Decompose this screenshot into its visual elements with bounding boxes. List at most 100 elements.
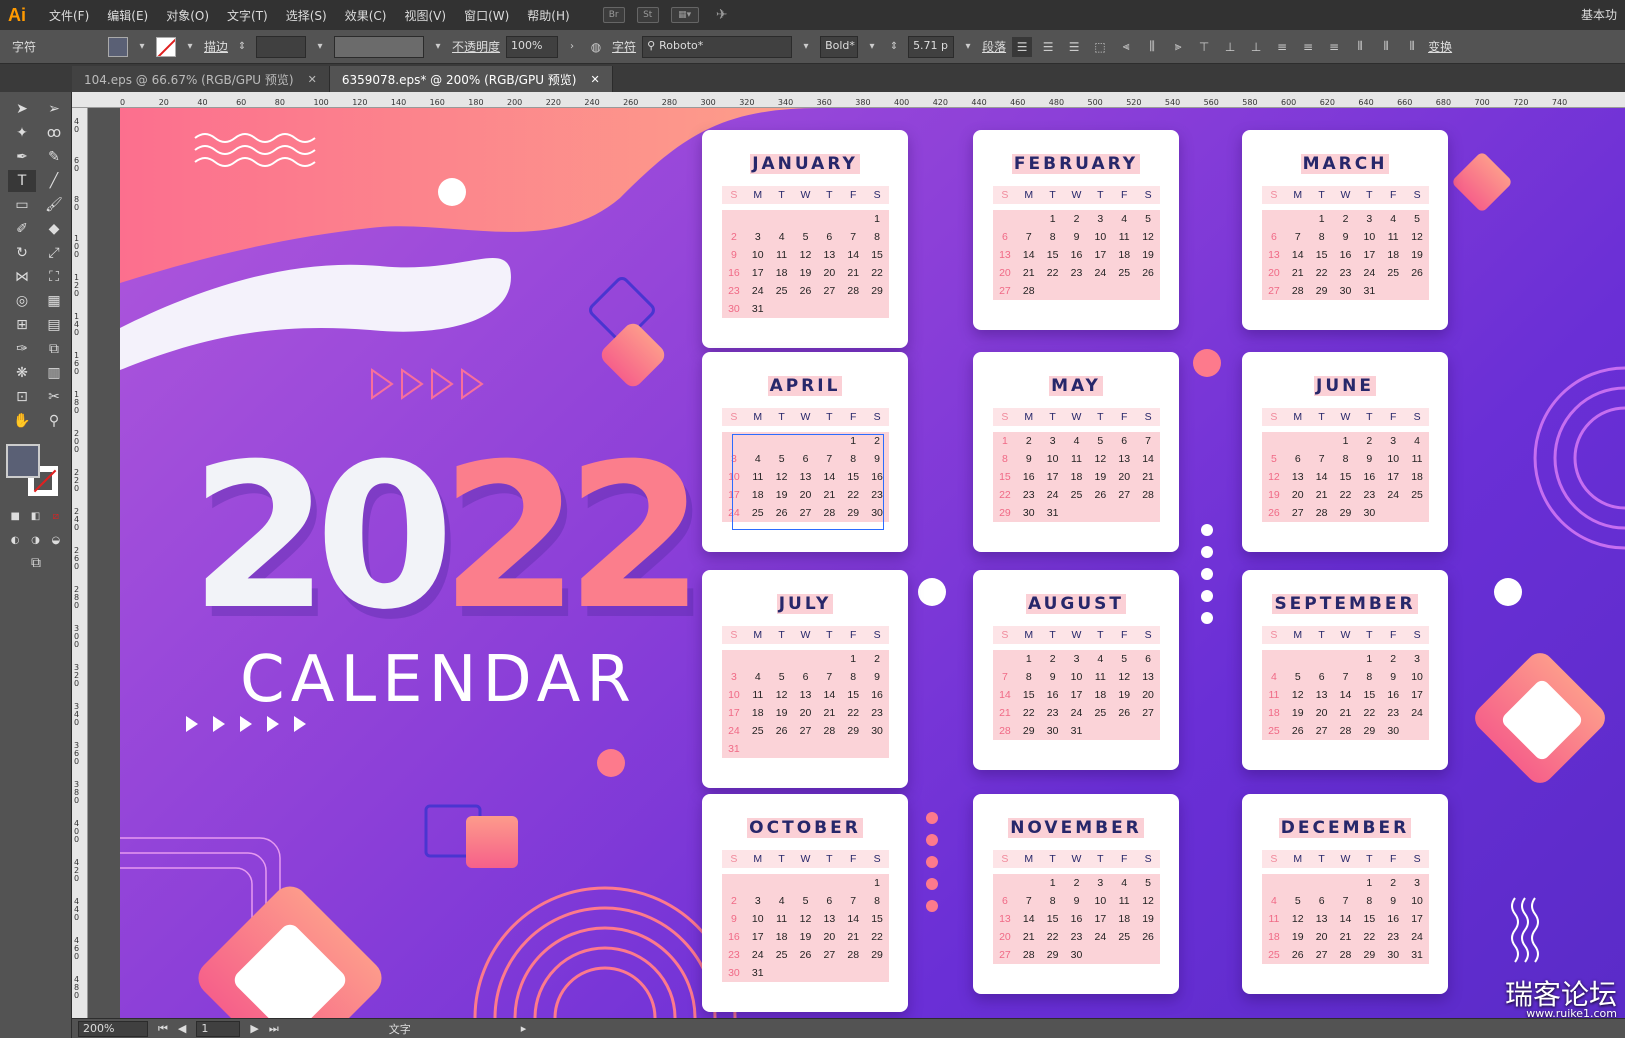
align-left-icon[interactable]: ☰ xyxy=(1012,36,1033,57)
day-cell[interactable]: 14 xyxy=(841,249,865,261)
artboard-number-field[interactable]: 1 xyxy=(196,1020,241,1037)
day-cell[interactable]: 26 xyxy=(1405,267,1429,279)
month-card-april[interactable]: APRIL S M T W T F S 1 2 3 4 5 6 7 8 9 10 11 12 13 14 15 16 17 18 1… xyxy=(702,352,908,552)
day-cell[interactable]: 24 xyxy=(722,725,746,737)
day-cell[interactable]: 2 xyxy=(1381,653,1405,665)
day-cell[interactable]: 3 xyxy=(722,671,746,683)
day-cell[interactable]: 30 xyxy=(1334,285,1358,297)
day-cell[interactable]: 30 xyxy=(1041,725,1065,737)
day-cell[interactable]: 7 xyxy=(841,231,865,243)
day-cell[interactable]: 10 xyxy=(1088,231,1112,243)
day-cell[interactable]: 13 xyxy=(1310,689,1334,701)
day-cell[interactable]: 26 xyxy=(1262,507,1286,519)
day-cell[interactable]: 25 xyxy=(1381,267,1405,279)
day-cell[interactable]: 22 xyxy=(1357,707,1381,719)
screen-mode-icon[interactable]: ⧉ xyxy=(22,552,50,574)
font-size-stepper[interactable]: ⇕ xyxy=(886,37,902,57)
day-cell[interactable]: 1 xyxy=(1017,653,1041,665)
day-cell[interactable]: 11 xyxy=(1405,453,1429,465)
align-bottom-edges-icon[interactable]: ⊥ xyxy=(1246,37,1266,57)
day-cell[interactable]: 18 xyxy=(1088,689,1112,701)
day-cell[interactable]: 25 xyxy=(770,285,794,297)
day-cell[interactable]: 21 xyxy=(841,267,865,279)
day-cell[interactable]: 7 xyxy=(841,895,865,907)
day-cell[interactable]: 30 xyxy=(1357,507,1381,519)
width-tool-icon[interactable]: ⋈ xyxy=(8,266,36,288)
menu-window[interactable]: 窗口(W) xyxy=(455,7,518,24)
day-cell[interactable]: 16 xyxy=(1381,689,1405,701)
day-cell[interactable]: 25 xyxy=(1262,949,1286,961)
none-mode-icon[interactable]: ⧄ xyxy=(49,508,63,524)
stroke-weight-stepper[interactable]: ⇕ xyxy=(234,37,250,57)
lasso-tool-icon[interactable]: ꝏ xyxy=(40,122,68,144)
month-card-october[interactable]: OCTOBER S M T W T F S 1 2 3 4 5 6 7 8 9 10 11 12 13 14 15 16 17 1… xyxy=(702,794,908,1012)
day-cell[interactable]: 29 xyxy=(1310,285,1334,297)
day-cell[interactable]: 5 xyxy=(1262,453,1286,465)
stroke-swatch[interactable] xyxy=(156,36,177,57)
day-cell[interactable]: 19 xyxy=(1136,913,1160,925)
distribute-bottom-icon[interactable]: ≡ xyxy=(1324,37,1344,57)
day-cell[interactable]: 8 xyxy=(1357,895,1381,907)
free-transform-tool-icon[interactable]: ⛶ xyxy=(40,266,68,288)
prev-page-icon[interactable]: ◀ xyxy=(178,1022,186,1035)
day-cell[interactable]: 3 xyxy=(1088,213,1112,225)
day-cell[interactable]: 31 xyxy=(722,743,746,755)
menu-object[interactable]: 对象(O) xyxy=(157,7,218,24)
day-cell[interactable]: 2 xyxy=(722,231,746,243)
canvas[interactable]: 2022 CALENDAR JANUARY S M T W T F S 1 2 3 4 5 6 7 8 9 10 1… xyxy=(88,108,1625,1018)
month-card-march[interactable]: MARCH S M T W T F S 1 2 3 4 5 6 7 8 9 10 11 12 13 14 15 16 17 18 1… xyxy=(1242,130,1448,330)
day-cell[interactable]: 29 xyxy=(865,285,889,297)
eyedropper-tool-icon[interactable]: ✑ xyxy=(8,338,36,360)
day-cell[interactable]: 26 xyxy=(1136,931,1160,943)
day-cell[interactable]: 10 xyxy=(722,689,746,701)
day-cell[interactable]: 21 xyxy=(1310,489,1334,501)
day-cell[interactable]: 14 xyxy=(1334,913,1358,925)
day-cell[interactable]: 6 xyxy=(794,671,818,683)
day-cell[interactable]: 23 xyxy=(1065,931,1089,943)
day-cell[interactable]: 20 xyxy=(1112,471,1136,483)
month-card-june[interactable]: JUNE S M T W T F S 1 2 3 4 5 6 7 8 9 10 11 12 13 14 15 16 17 18 19… xyxy=(1242,352,1448,552)
day-cell[interactable]: 23 xyxy=(865,707,889,719)
day-cell[interactable]: 29 xyxy=(1357,949,1381,961)
day-cell[interactable]: 11 xyxy=(1262,913,1286,925)
day-cell[interactable]: 26 xyxy=(1136,267,1160,279)
day-cell[interactable]: 24 xyxy=(1381,489,1405,501)
day-cell[interactable]: 18 xyxy=(1381,249,1405,261)
day-cell[interactable]: 3 xyxy=(1088,877,1112,889)
day-cell[interactable]: 22 xyxy=(1041,267,1065,279)
day-cell[interactable]: 10 xyxy=(746,913,770,925)
day-cell[interactable]: 4 xyxy=(1262,671,1286,683)
day-cell[interactable]: 27 xyxy=(1262,285,1286,297)
day-cell[interactable]: 5 xyxy=(1286,671,1310,683)
day-cell[interactable]: 1 xyxy=(1357,653,1381,665)
day-cell[interactable]: 14 xyxy=(1334,689,1358,701)
day-cell[interactable]: 3 xyxy=(1065,653,1089,665)
day-cell[interactable]: 5 xyxy=(1405,213,1429,225)
day-cell[interactable]: 1 xyxy=(1357,877,1381,889)
day-cell[interactable]: 9 xyxy=(1017,453,1041,465)
day-cell[interactable]: 17 xyxy=(1088,913,1112,925)
align-vertical-center-icon[interactable]: ⊥ xyxy=(1220,37,1240,57)
day-cell[interactable]: 24 xyxy=(1088,931,1112,943)
day-cell[interactable]: 3 xyxy=(1357,213,1381,225)
day-cell[interactable]: 21 xyxy=(841,931,865,943)
day-cell[interactable]: 20 xyxy=(1310,931,1334,943)
menu-help[interactable]: 帮助(H) xyxy=(518,7,578,24)
day-cell[interactable]: 29 xyxy=(1334,507,1358,519)
day-cell[interactable]: 13 xyxy=(1310,913,1334,925)
day-cell[interactable]: 15 xyxy=(1041,913,1065,925)
day-cell[interactable]: 11 xyxy=(1112,231,1136,243)
tab-document-2[interactable]: 6359078.eps* @ 200% (RGB/GPU 预览) ✕ xyxy=(329,66,613,92)
day-cell[interactable]: 7 xyxy=(1017,231,1041,243)
day-cell[interactable]: 2 xyxy=(1041,653,1065,665)
day-cell[interactable]: 20 xyxy=(817,931,841,943)
arrange-documents-icon[interactable]: ▦▾ xyxy=(670,7,699,23)
day-cell[interactable]: 15 xyxy=(1357,913,1381,925)
day-cell[interactable]: 16 xyxy=(1065,249,1089,261)
day-cell[interactable]: 18 xyxy=(1065,471,1089,483)
day-cell[interactable]: 28 xyxy=(993,725,1017,737)
day-cell[interactable]: 21 xyxy=(993,707,1017,719)
day-cell[interactable]: 16 xyxy=(1065,913,1089,925)
day-cell[interactable]: 30 xyxy=(1381,725,1405,737)
draw-normal-icon[interactable]: ◐ xyxy=(8,532,22,548)
